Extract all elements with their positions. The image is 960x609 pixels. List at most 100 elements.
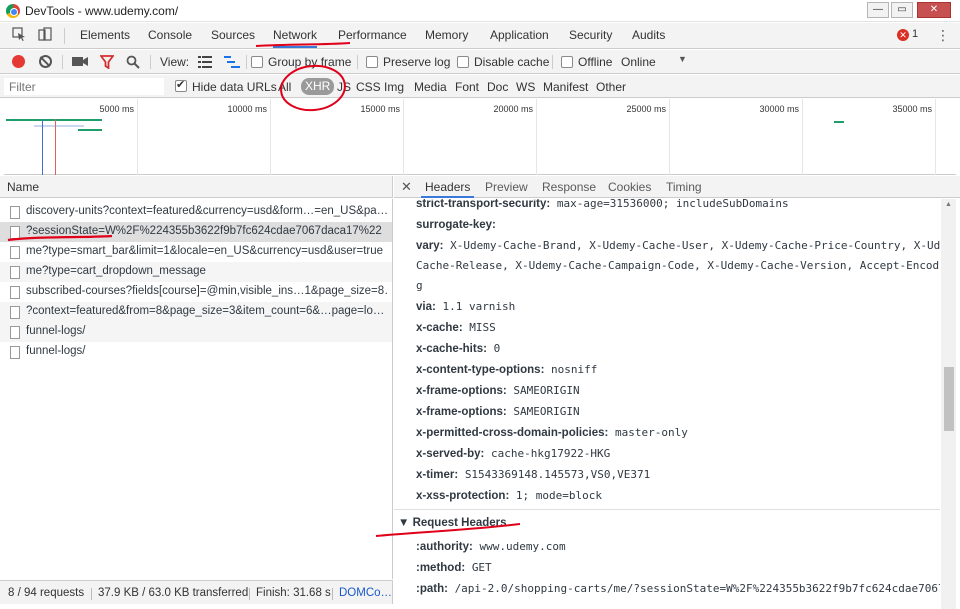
tab-response[interactable]: Response <box>542 180 596 194</box>
request-row-selected[interactable]: ?sessionState=W%2F%224355b3622f9b7fc624c… <box>0 222 392 242</box>
overview-divider <box>802 99 803 175</box>
header-line: x-frame-options: SAMEORIGIN <box>416 405 580 418</box>
overview-divider <box>935 99 936 175</box>
chrome-logo-icon <box>6 4 20 18</box>
overview-divider <box>536 99 537 175</box>
file-icon <box>10 206 20 219</box>
devtools-main-tabbar: Elements Console Sources Network Perform… <box>0 23 960 49</box>
waterfall-overview-icon[interactable] <box>224 56 240 72</box>
tab-audits[interactable]: Audits <box>632 23 665 48</box>
preserve-log-checkbox[interactable] <box>366 56 378 68</box>
tab-memory[interactable]: Memory <box>425 23 468 48</box>
filter-type-js[interactable]: JS <box>337 79 351 95</box>
header-line: :authority: www.udemy.com <box>416 540 566 553</box>
request-name: ?sessionState=W%2F%224355b3622f9b7fc624c… <box>26 225 382 237</box>
filter-type-other[interactable]: Other <box>596 79 626 95</box>
window-title: DevTools - www.udemy.com/ <box>25 4 179 18</box>
tab-cookies[interactable]: Cookies <box>608 180 651 194</box>
request-headers-section-toggle[interactable]: ▼ Request Headers <box>398 517 507 529</box>
error-count[interactable]: 1 <box>912 28 918 40</box>
minimize-button[interactable]: — <box>867 2 889 18</box>
close-window-button[interactable]: ✕ <box>917 2 951 18</box>
throttling-select[interactable]: Online <box>621 54 656 70</box>
filter-input[interactable] <box>4 78 164 95</box>
request-name: funnel-logs/ <box>26 345 86 357</box>
request-row[interactable]: funnel-logs/ <box>0 342 392 362</box>
tab-timing[interactable]: Timing <box>666 180 702 194</box>
group-by-frame-checkbox[interactable] <box>251 56 263 68</box>
filter-type-img[interactable]: Img <box>384 79 404 95</box>
tab-network[interactable]: Network <box>273 23 318 48</box>
overview-request-bar <box>6 119 102 121</box>
close-detail-icon[interactable]: ✕ <box>401 179 412 195</box>
tab-sources[interactable]: Sources <box>211 23 255 48</box>
request-list-header[interactable]: Name <box>0 176 393 198</box>
request-name: me?type=cart_dropdown_message <box>26 265 206 277</box>
request-detail-tabs: ✕ Headers Preview Response Cookies Timin… <box>394 176 960 198</box>
record-icon[interactable] <box>12 55 25 68</box>
clear-icon[interactable] <box>39 55 52 68</box>
offline-checkbox[interactable] <box>561 56 573 68</box>
tab-application[interactable]: Application <box>490 23 549 48</box>
search-icon[interactable] <box>126 55 140 71</box>
header-line: x-cache: MISS <box>416 321 496 334</box>
header-line: x-served-by: cache-hkg17922-HKG <box>416 447 611 460</box>
request-row[interactable]: me?type=cart_dropdown_message <box>0 262 392 282</box>
group-by-frame-label[interactable]: Group by frame <box>268 54 351 70</box>
request-row[interactable]: discovery-units?context=featured&currenc… <box>0 202 392 222</box>
scrollbar-thumb[interactable] <box>944 367 954 431</box>
filter-bar: Hide data URLs All XHR JS CSS Img Media … <box>0 75 960 98</box>
request-name: discovery-units?context=featured&currenc… <box>26 205 388 217</box>
tab-elements[interactable]: Elements <box>80 23 130 48</box>
tab-security[interactable]: Security <box>569 23 612 48</box>
hide-data-urls-label[interactable]: Hide data URLs <box>192 79 277 95</box>
header-line: surrogate-key: <box>416 219 496 231</box>
hide-data-urls-checkbox[interactable] <box>175 78 187 92</box>
tab-performance[interactable]: Performance <box>338 23 407 48</box>
disable-cache-label[interactable]: Disable cache <box>474 54 549 70</box>
network-status-bar: 8 / 94 requests 37.9 KB / 63.0 KB transf… <box>0 580 393 604</box>
request-count: 8 / 94 requests <box>8 587 85 599</box>
device-toolbar-icon[interactable] <box>36 27 54 45</box>
filter-type-manifest[interactable]: Manifest <box>543 79 588 95</box>
error-icon[interactable]: ✕ <box>897 29 909 41</box>
toolbar-divider <box>357 55 358 69</box>
headers-panel: strict-transport-security: max-age=31536… <box>394 199 940 609</box>
header-line: x-content-type-options: nosniff <box>416 363 598 376</box>
scroll-up-arrow-icon[interactable]: ▲ <box>945 201 952 208</box>
maximize-button[interactable]: ▭ <box>891 2 913 18</box>
filter-type-ws[interactable]: WS <box>516 79 535 95</box>
preserve-log-label[interactable]: Preserve log <box>383 54 450 70</box>
overview-divider <box>669 99 670 175</box>
file-icon <box>10 246 20 259</box>
request-row[interactable]: ?context=featured&from=8&page_size=3&ite… <box>0 302 392 322</box>
tabbar-divider <box>64 28 65 44</box>
inspect-element-icon[interactable] <box>10 27 28 45</box>
network-overview-timeline[interactable]: 5000 ms 10000 ms 15000 ms 20000 ms 25000… <box>4 99 956 175</box>
request-row[interactable]: funnel-logs/ <box>0 322 392 342</box>
filter-type-xhr[interactable]: XHR <box>301 78 335 95</box>
chevron-down-icon[interactable]: ▼ <box>678 54 687 64</box>
headers-scrollbar[interactable]: ▲ <box>941 199 956 609</box>
name-column-header[interactable]: Name <box>7 180 39 194</box>
request-row[interactable]: subscribed-courses?fields[course]=@min,v… <box>0 282 392 302</box>
filter-funnel-icon[interactable] <box>99 55 115 71</box>
tab-console[interactable]: Console <box>148 23 192 48</box>
tab-headers[interactable]: Headers <box>420 180 475 198</box>
tab-preview[interactable]: Preview <box>485 180 528 194</box>
large-rows-icon[interactable] <box>198 56 212 72</box>
section-divider <box>394 509 940 510</box>
overview-tick-label: 10000 ms <box>227 104 267 114</box>
filter-type-all[interactable]: All <box>278 79 291 95</box>
request-row[interactable]: me?type=smart_bar&limit=1&locale=en_US&c… <box>0 242 392 262</box>
screenshot-camera-icon[interactable] <box>72 55 88 71</box>
offline-label[interactable]: Offline <box>578 54 612 70</box>
more-options-icon[interactable]: ⋮ <box>936 27 950 44</box>
disable-cache-checkbox[interactable] <box>457 56 469 68</box>
filter-type-css[interactable]: CSS <box>356 79 381 95</box>
filter-type-doc[interactable]: Doc <box>487 79 508 95</box>
filter-type-font[interactable]: Font <box>455 79 479 95</box>
overview-tick-label: 20000 ms <box>493 104 533 114</box>
overview-tick-label: 15000 ms <box>360 104 400 114</box>
filter-type-media[interactable]: Media <box>414 79 447 95</box>
